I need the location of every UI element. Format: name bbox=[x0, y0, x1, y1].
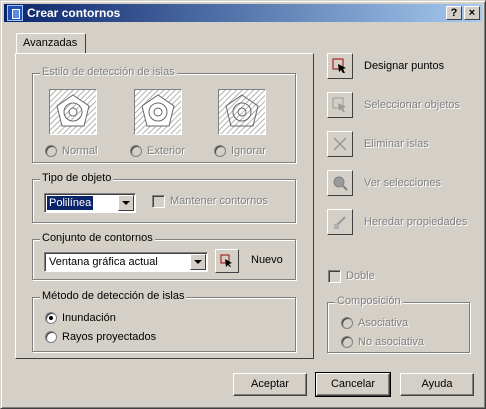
inherit-properties-label: Heredar propiedades bbox=[364, 216, 468, 228]
remove-islands-label: Eliminar islas bbox=[364, 138, 429, 150]
new-boundary-set-button[interactable] bbox=[215, 249, 239, 273]
select-objects-button[interactable] bbox=[327, 92, 353, 118]
keep-boundaries-label: Mantener contornos bbox=[170, 195, 268, 207]
app-icon bbox=[7, 5, 23, 21]
help-title-button[interactable]: ? bbox=[446, 6, 462, 20]
boundary-set-select[interactable]: Ventana gráfica actual bbox=[44, 252, 208, 272]
magnifier-icon bbox=[333, 176, 348, 191]
tab-panel: Estilo de detección de islas Normal Exte… bbox=[15, 53, 314, 359]
boundary-set-title: Conjunto de contornos bbox=[40, 232, 155, 244]
cancel-button[interactable]: Cancelar bbox=[315, 372, 391, 397]
tab-advanced[interactable]: Avanzadas bbox=[16, 33, 86, 53]
pick-cursor-icon bbox=[220, 254, 232, 267]
composition-title: Composición bbox=[335, 295, 403, 307]
pick-points-icon bbox=[332, 58, 346, 73]
view-selections-label: Ver selecciones bbox=[364, 177, 442, 189]
radio-non-associative[interactable] bbox=[341, 336, 353, 348]
boundary-set-group: Conjunto de contornos Ventana gráfica ac… bbox=[32, 232, 296, 280]
radio-exterior-label: Exterior bbox=[147, 145, 185, 157]
pick-points-label: Designar puntos bbox=[364, 60, 445, 72]
pick-points-button[interactable] bbox=[327, 53, 353, 79]
radio-flood[interactable] bbox=[45, 312, 57, 324]
island-method-group: Método de detección de islas Inundación … bbox=[32, 290, 296, 352]
radio-normal[interactable] bbox=[45, 145, 57, 157]
close-button[interactable]: × bbox=[464, 6, 480, 20]
radio-non-associative-label: No asociativa bbox=[358, 336, 425, 348]
dialog-window: Crear contornos ? × Avanzadas Estilo de … bbox=[0, 0, 486, 409]
remove-islands-button[interactable] bbox=[327, 131, 353, 157]
select-objects-label: Seleccionar objetos bbox=[364, 99, 461, 111]
ignore-island-icon bbox=[218, 89, 266, 135]
select-objects-icon bbox=[332, 97, 346, 112]
outer-island-icon bbox=[134, 89, 182, 135]
brush-icon bbox=[334, 216, 346, 229]
chevron-down-icon[interactable] bbox=[190, 254, 206, 270]
radio-ignore[interactable] bbox=[214, 145, 226, 157]
normal-island-icon bbox=[49, 89, 97, 135]
radio-flood-label: Inundación bbox=[62, 312, 116, 324]
island-method-title: Método de detección de islas bbox=[40, 290, 187, 302]
view-selections-button[interactable] bbox=[327, 170, 353, 196]
object-type-title: Tipo de objeto bbox=[40, 172, 114, 184]
new-label: Nuevo bbox=[251, 254, 283, 266]
island-style-title: Estilo de detección de islas bbox=[40, 66, 177, 78]
window-title: Crear contornos bbox=[27, 6, 121, 20]
chevron-down-icon[interactable] bbox=[118, 195, 134, 211]
composition-group: Composición Asociativa No asociativa bbox=[327, 295, 470, 353]
radio-exterior[interactable] bbox=[130, 145, 142, 157]
radio-normal-label: Normal bbox=[62, 145, 98, 157]
remove-x-icon bbox=[333, 137, 347, 151]
inherit-properties-button[interactable] bbox=[327, 209, 353, 235]
accept-button[interactable]: Aceptar bbox=[233, 373, 307, 396]
object-type-select[interactable]: Polilínea bbox=[44, 193, 136, 213]
help-button[interactable]: Ayuda bbox=[400, 373, 474, 396]
radio-ray-casting[interactable] bbox=[45, 331, 57, 343]
radio-ignore-label: Ignorar bbox=[231, 145, 266, 157]
object-type-group: Tipo de objeto Polilínea Mantener contor… bbox=[32, 172, 296, 223]
radio-associative-label: Asociativa bbox=[358, 317, 409, 329]
island-style-group: Estilo de detección de islas Normal Exte… bbox=[32, 66, 296, 163]
double-checkbox[interactable] bbox=[328, 270, 341, 283]
title-bar[interactable]: Crear contornos ? × bbox=[4, 4, 482, 22]
object-type-value: Polilínea bbox=[47, 196, 94, 210]
radio-ray-casting-label: Rayos proyectados bbox=[62, 331, 157, 343]
boundary-set-value: Ventana gráfica actual bbox=[49, 256, 158, 268]
double-label: Doble bbox=[346, 270, 375, 282]
keep-boundaries-checkbox[interactable] bbox=[152, 195, 165, 208]
radio-associative[interactable] bbox=[341, 317, 353, 329]
